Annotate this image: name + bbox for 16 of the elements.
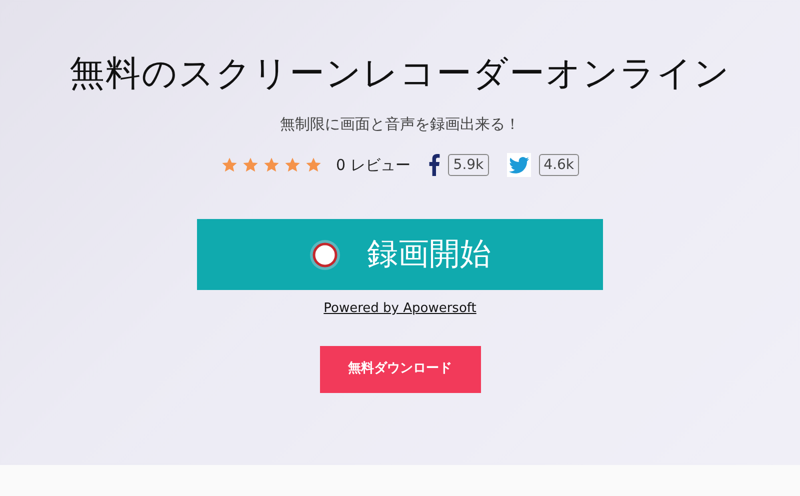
review-count: 0 レビュー	[336, 154, 410, 176]
star-icon	[262, 157, 280, 173]
subtitle: 無制限に画面と音声を録画出来る！	[280, 114, 520, 134]
download-button[interactable]: 無料ダウンロード	[320, 346, 480, 392]
record-icon	[309, 238, 341, 270]
powered-by-link[interactable]: Powered by Apowersoft	[324, 299, 476, 318]
share-count: 4.6k	[538, 154, 580, 176]
share-count: 5.9k	[448, 154, 489, 176]
bird-icon[interactable]	[506, 153, 531, 177]
facebook-icon[interactable]	[428, 154, 440, 176]
page-title: 無料のスクリーンレコーダーオンライン	[70, 53, 730, 96]
star-icon	[242, 157, 259, 173]
record-button[interactable]: 録画開始	[197, 219, 603, 290]
star-icon	[220, 157, 238, 173]
star-icon	[284, 157, 301, 173]
star-icon	[304, 157, 322, 173]
